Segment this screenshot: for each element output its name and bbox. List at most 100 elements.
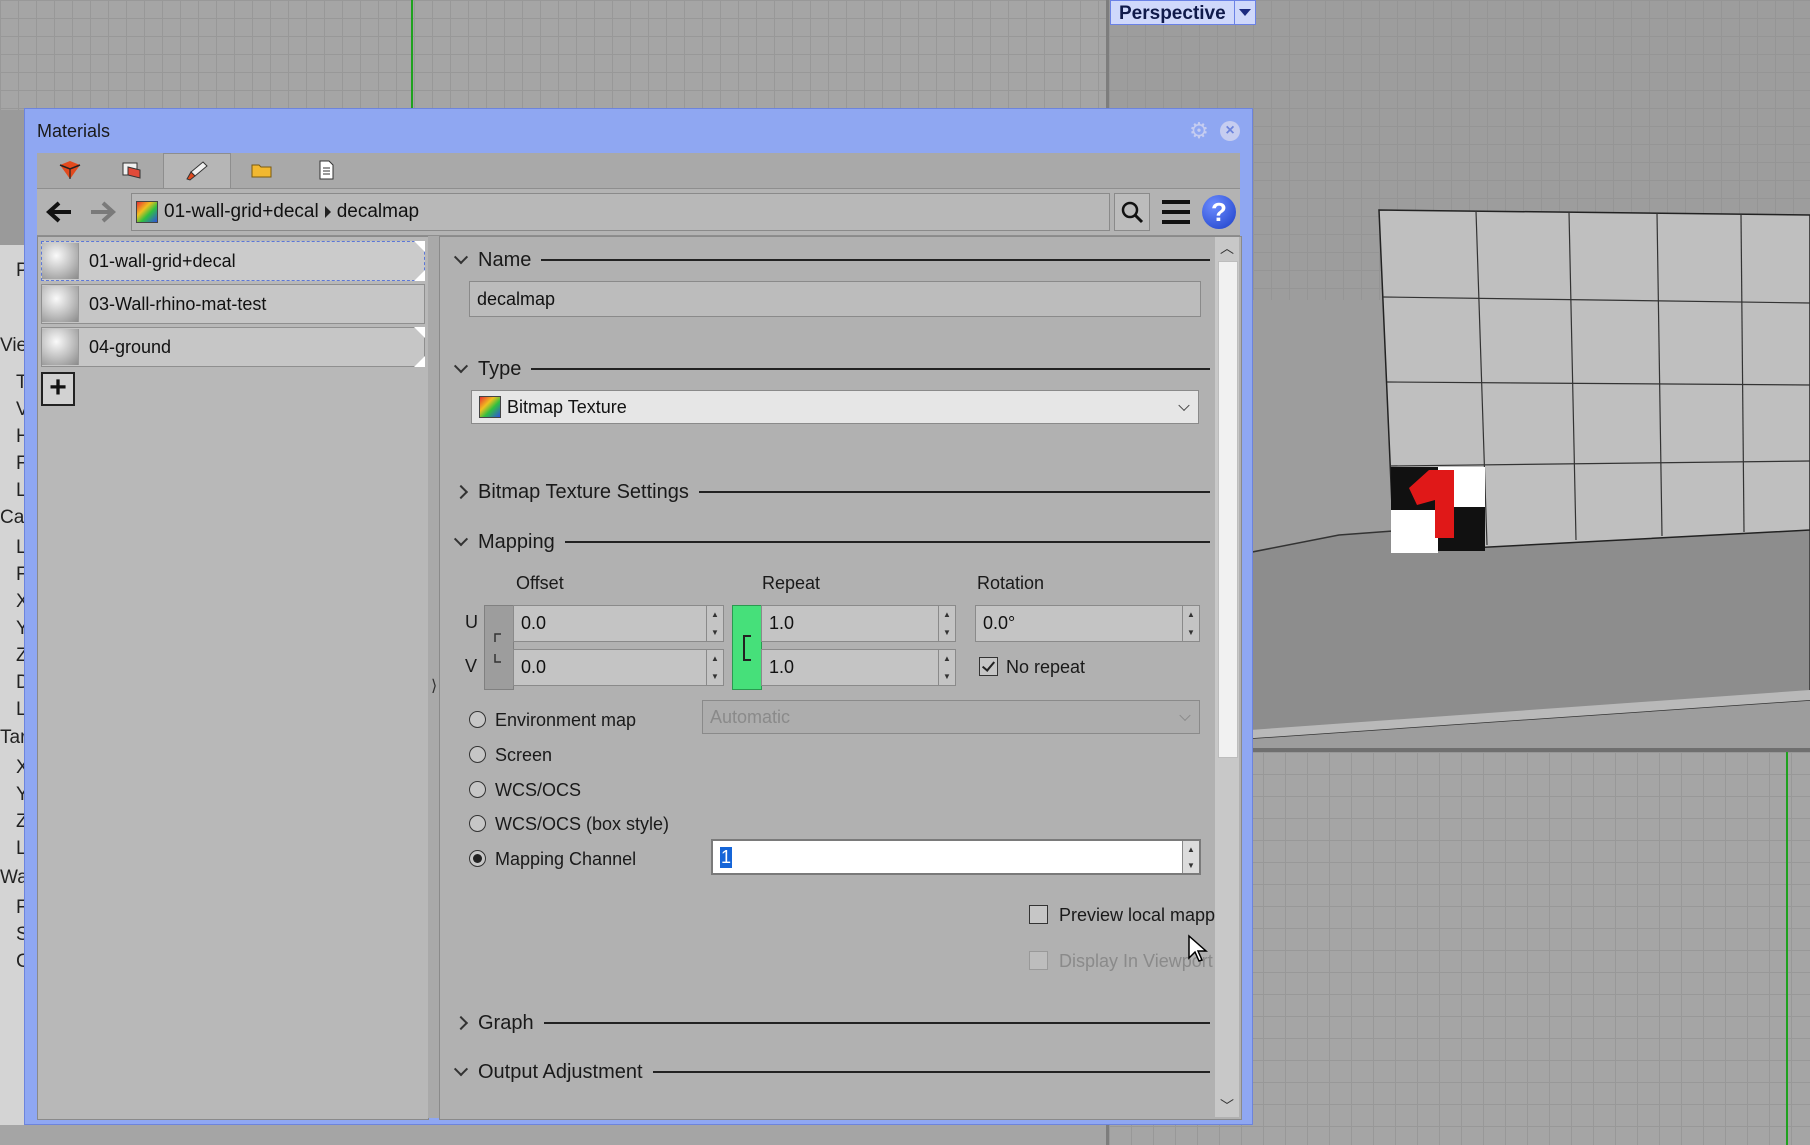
chevron-down-icon [1178,399,1190,412]
offset-lock-button[interactable] [484,605,514,690]
preview-local-mapping-checkbox[interactable] [1029,905,1048,924]
chevron-down-icon [452,251,470,269]
menu-button[interactable] [1159,197,1193,227]
breadcrumb-current[interactable]: decalmap [337,201,419,223]
top-viewport[interactable] [0,0,1106,110]
dialog-title: Materials [37,121,111,141]
mapping-channel-input[interactable]: 1 ▲ ▼ [711,839,1201,875]
chevron-down-icon [452,533,470,551]
section-type[interactable]: Type [452,354,1210,384]
spin-arrows-icon[interactable]: ▲ ▼ [938,606,955,641]
texture-editor[interactable]: Name decalmap Type Bitmap Texture Bitmap… [439,236,1242,1120]
rotation-header: Rotation [977,573,1045,593]
spin-arrows-icon[interactable]: ▲ ▼ [706,650,723,685]
repeat-u-input[interactable]: 1.0 ▲ ▼ [761,605,956,642]
hamburger-icon [1162,200,1190,224]
name-input[interactable]: decalmap [469,281,1201,317]
spin-arrows-icon[interactable]: ▲ ▼ [1182,606,1199,641]
list-item-material-0[interactable]: 01-wall-grid+decal [41,241,425,281]
section-bitmap-settings-label: Bitmap Texture Settings [478,480,689,503]
rotation-input[interactable]: 0.0° ▲ ▼ [975,605,1200,642]
offset-u-input[interactable]: 0.0 ▲ ▼ [513,605,724,642]
tab-libraries[interactable] [229,153,295,187]
wcs-ocs-label: WCS/OCS [495,780,582,800]
material-thumbnail [42,286,79,322]
section-mapping[interactable]: Mapping [452,527,1210,557]
repeat-u-value: 1.0 [769,613,795,633]
spin-arrows-icon[interactable]: ▲ ▼ [1182,841,1199,873]
scroll-up-icon[interactable]: ︿ [1215,237,1239,259]
section-mapping-label: Mapping [478,530,555,553]
close-icon[interactable]: × [1220,121,1240,141]
mapping-channel-label: Mapping Channel [495,849,637,869]
environment-map-radio[interactable] [469,711,486,728]
breadcrumb-parent[interactable]: 01-wall-grid+decal [164,201,319,223]
wcs-ocs-box-radio[interactable] [469,815,486,832]
editor-scrollbar[interactable]: ︿ ﹀ [1215,237,1239,1117]
material-name: 03-Wall-rhino-mat-test [89,293,267,314]
material-list[interactable]: 01-wall-grid+decal 03-Wall-rhino-mat-tes… [37,236,429,1120]
type-select-value: Bitmap Texture [507,396,627,417]
no-repeat-checkbox[interactable] [979,657,998,676]
scroll-down-icon[interactable]: ﹀ [1215,1095,1239,1117]
breadcrumb[interactable]: 01-wall-grid+decal decalmap [131,193,1110,231]
search-icon [1121,201,1144,224]
materials-dialog[interactable]: Materials ⚙ × 01-wall-grid+decal decalma… [24,108,1253,1125]
repeat-v-input[interactable]: 1.0 ▲ ▼ [761,649,956,686]
material-thumbnail [42,243,79,279]
repeat-v-value: 1.0 [769,657,795,677]
tab-environments[interactable] [99,153,165,187]
perspective-label[interactable]: Perspective [1110,0,1235,25]
spin-arrows-icon[interactable]: ▲ ▼ [706,606,723,641]
wcs-ocs-radio[interactable] [469,781,486,798]
environments-icon [122,162,141,179]
wcs-ocs-box-label: WCS/OCS (box style) [495,814,670,834]
offset-v-input[interactable]: 0.0 ▲ ▼ [513,649,724,686]
search-button[interactable] [1114,193,1150,231]
type-select[interactable]: Bitmap Texture [471,390,1199,424]
scrollbar-thumb[interactable] [1218,261,1238,758]
side-panel-item: Wal [0,867,26,888]
material-thumbnail [42,329,79,365]
top-viewport-axis [411,0,413,108]
dialog-body: 01-wall-grid+decal decalmap ? 01-wall-gr… [37,153,1242,1120]
section-output-label: Output Adjustment [478,1060,643,1083]
section-name-label: Name [478,248,532,271]
mapping-channel-value: 1 [720,846,733,868]
repeat-lock-button[interactable] [732,605,762,690]
materials-icon [59,161,81,179]
mapping-channel-radio[interactable] [469,850,486,867]
tab-document[interactable] [293,153,359,187]
breadcrumb-separator-icon [324,206,331,218]
list-item-material-1[interactable]: 03-Wall-rhino-mat-test [41,284,425,324]
side-panel-item: Can [0,507,26,528]
offset-v-value: 0.0 [521,657,547,677]
forward-arrow-icon[interactable] [85,195,121,229]
add-material-button[interactable]: + [41,372,75,406]
help-icon[interactable]: ? [1202,195,1236,229]
bitmap-texture-icon [136,201,158,223]
list-item-material-2[interactable]: 04-ground [41,327,425,367]
perspective-dropdown-icon[interactable] [1234,0,1256,25]
locked-chain-icon [743,635,751,661]
panel-tabs [37,153,1240,188]
section-output-adjustment[interactable]: Output Adjustment [452,1057,1210,1087]
panel-splitter[interactable]: ⟩ [428,236,438,1118]
section-graph-label: Graph [478,1011,534,1034]
back-arrow-icon[interactable] [41,195,77,229]
perspective-viewport-tab[interactable]: Perspective [1110,0,1256,25]
section-bitmap-settings[interactable]: Bitmap Texture Settings [452,477,1210,507]
tab-materials[interactable] [37,153,103,187]
gear-icon[interactable]: ⚙ [1187,119,1211,143]
section-graph[interactable]: Graph [452,1008,1210,1038]
section-name[interactable]: Name [452,245,1210,275]
v-row-label: V [465,656,478,676]
tab-textures[interactable] [163,153,231,188]
u-row-label: U [465,612,478,632]
spin-arrows-icon[interactable]: ▲ ▼ [938,650,955,685]
decal-preview [1391,467,1485,553]
unlocked-chain-icon [494,633,501,663]
mouse-cursor-icon [1188,934,1208,962]
screen-radio[interactable] [469,746,486,763]
material-name: 01-wall-grid+decal [89,250,236,271]
